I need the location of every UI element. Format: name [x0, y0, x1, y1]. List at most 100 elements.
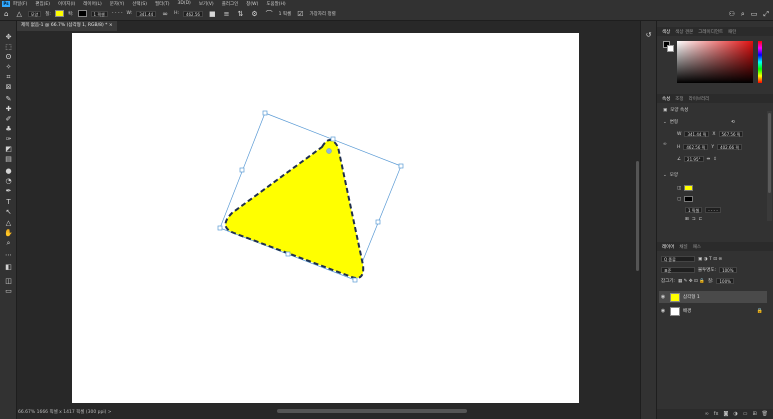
menu-type[interactable]: 문자(Y)	[110, 1, 125, 7]
tab-patterns[interactable]: 패턴	[728, 29, 736, 35]
menu-image[interactable]: 이미지(I)	[58, 1, 75, 7]
props-fill-swatch[interactable]	[684, 185, 694, 191]
triangle-tool-icon[interactable]: △	[3, 219, 14, 228]
props-stroke-swatch[interactable]	[684, 196, 694, 202]
eye-icon[interactable]: ◉	[659, 308, 667, 314]
triangle-tool-icon[interactable]: △	[16, 10, 21, 18]
shape-mode-select[interactable]: 모양	[27, 10, 42, 17]
stroke-style-icon[interactable]: - - - -	[112, 11, 123, 16]
home-icon[interactable]: ⌂	[4, 10, 8, 18]
layer-name[interactable]: 배경	[683, 308, 691, 314]
corner-radius-value[interactable]: 1 픽셀	[279, 11, 292, 17]
angle-field[interactable]: 21.95°	[684, 156, 704, 162]
close-icon[interactable]: ×	[109, 23, 113, 28]
layer-row-triangle[interactable]: ◉ 삼각형 1	[659, 291, 767, 303]
hue-slider[interactable]	[758, 41, 762, 83]
path-arrange-icon[interactable]: ⇅	[237, 10, 243, 18]
transform-section[interactable]: ⌄ 변형 ⟲	[663, 119, 735, 126]
props-stroke-style[interactable]: - - - -	[705, 207, 721, 213]
fill-swatch[interactable]	[54, 10, 64, 17]
path-ops-icon[interactable]: ■	[209, 10, 216, 18]
document-canvas[interactable]	[72, 33, 579, 403]
link-layers-icon[interactable]: ∞	[705, 411, 709, 417]
lock-icons[interactable]: ▦ ✎ ✥ ⊡ 🔒	[678, 279, 705, 284]
reset-transform-icon[interactable]: ⟲	[731, 120, 735, 125]
eyedropper-tool-icon[interactable]: ✎	[3, 95, 14, 104]
tab-channels[interactable]: 채널	[679, 244, 687, 250]
tab-swatches[interactable]: 색상 견본	[675, 29, 693, 35]
more-tools-icon[interactable]: ⋯	[3, 251, 14, 260]
canvas-area[interactable]	[17, 31, 632, 405]
stamp-tool-icon[interactable]: ♣	[3, 125, 14, 134]
expand-icon[interactable]: ⤢	[763, 10, 769, 19]
flip-vertical-icon[interactable]: ⇳	[713, 157, 717, 162]
properties-scrollbar[interactable]	[767, 111, 772, 221]
eye-icon[interactable]: ◉	[659, 294, 667, 300]
hand-tool-icon[interactable]: ✋	[3, 229, 14, 238]
screen-mode-icon[interactable]: ▭	[3, 287, 14, 296]
stroke-join-icon[interactable]: ⊏	[699, 217, 703, 222]
menu-plugins[interactable]: 플러그인	[222, 1, 239, 7]
fx-icon[interactable]: fx	[714, 411, 719, 417]
adjustment-icon[interactable]: ◑	[733, 411, 737, 417]
layer-row-background[interactable]: ◉ 배경 🔒	[659, 305, 767, 317]
stroke-swatch[interactable]	[77, 10, 87, 17]
blur-tool-icon[interactable]: ●	[3, 167, 14, 176]
tab-gradients[interactable]: 그레이디언트	[698, 29, 723, 35]
menu-file[interactable]: 파일(F)	[13, 1, 27, 7]
move-tool-icon[interactable]: ✥	[3, 33, 14, 42]
brush-tool-icon[interactable]: ✐	[3, 115, 14, 124]
group-icon[interactable]: ▭	[743, 411, 748, 417]
document-tab[interactable]: 제목 없음-1 @ 66.7% (삼각형 1, RGB/8) * ×	[17, 21, 117, 31]
appearance-section[interactable]: ⌄ 모양	[663, 172, 678, 179]
zoom-tool-icon[interactable]: ⌕	[3, 239, 14, 248]
healing-tool-icon[interactable]: ✚	[3, 105, 14, 114]
chevron-down-icon[interactable]: ⌄	[663, 120, 667, 125]
horizontal-scrollbar[interactable]	[277, 409, 467, 413]
tab-color[interactable]: 색상	[662, 29, 670, 35]
history-brush-tool-icon[interactable]: ✑	[3, 135, 14, 144]
share-icon[interactable]: ⚇	[729, 10, 735, 19]
stroke-width-field[interactable]: 1 픽셀	[90, 10, 108, 17]
menu-layer[interactable]: 레이어(L)	[83, 1, 101, 7]
search-icon[interactable]: ⌕	[741, 10, 745, 19]
menu-filter[interactable]: 필터(T)	[155, 1, 170, 7]
stroke-align-icon[interactable]: ⊞	[685, 217, 689, 222]
history-panel-icon[interactable]: ↺	[643, 31, 654, 40]
canvas-artwork[interactable]	[72, 33, 579, 403]
corner-radius-handle[interactable]	[326, 148, 332, 154]
workspace-icon[interactable]: ▭	[751, 10, 758, 19]
align-edges-label[interactable]: 가장자리 정렬	[309, 11, 335, 17]
filter-icons[interactable]: ▣ ◑ T ⊡ ⊜	[698, 257, 722, 262]
magic-wand-tool-icon[interactable]: ✧	[3, 63, 14, 72]
opacity-field[interactable]: 100%	[719, 267, 737, 273]
tab-layers[interactable]: 레이어	[662, 244, 674, 250]
props-y-field[interactable]: 402.66 픽	[717, 144, 743, 150]
tab-paths[interactable]: 패스	[693, 244, 701, 250]
path-align-icon[interactable]: ≡	[224, 10, 230, 18]
new-layer-icon[interactable]: ⊞	[752, 411, 756, 417]
crop-tool-icon[interactable]: ⌗	[3, 73, 14, 82]
props-h-field[interactable]: 462.56 픽	[683, 144, 709, 150]
props-x-field[interactable]: 567.56 픽	[718, 131, 744, 137]
props-w-field[interactable]: 341.44 픽	[684, 131, 710, 137]
blend-mode-select[interactable]: 표준	[661, 267, 695, 273]
trash-icon[interactable]: 🗑	[762, 411, 768, 417]
checkbox-icon[interactable]: ☑	[297, 10, 303, 18]
tab-properties[interactable]: 속성	[662, 96, 670, 102]
fg-bg-color-swatches[interactable]	[663, 41, 675, 53]
dodge-tool-icon[interactable]: ◔	[3, 177, 14, 186]
menu-3d[interactable]: 3D(D)	[178, 1, 191, 6]
gear-icon[interactable]: ⚙	[251, 10, 257, 18]
quick-mask-icon[interactable]: ◫	[3, 277, 14, 286]
color-picker-field[interactable]	[677, 41, 753, 83]
gradient-tool-icon[interactable]: ▤	[3, 155, 14, 164]
menu-view[interactable]: 보기(V)	[199, 1, 214, 7]
type-tool-icon[interactable]: T	[3, 198, 14, 207]
marquee-tool-icon[interactable]: ⬚	[3, 43, 14, 52]
eraser-tool-icon[interactable]: ◩	[3, 145, 14, 154]
frame-tool-icon[interactable]: ⊠	[3, 83, 14, 92]
color-swatches-icon[interactable]: ◧	[3, 263, 14, 272]
layer-name[interactable]: 삼각형 1	[683, 294, 700, 300]
h-field[interactable]: 462.56	[182, 10, 203, 17]
